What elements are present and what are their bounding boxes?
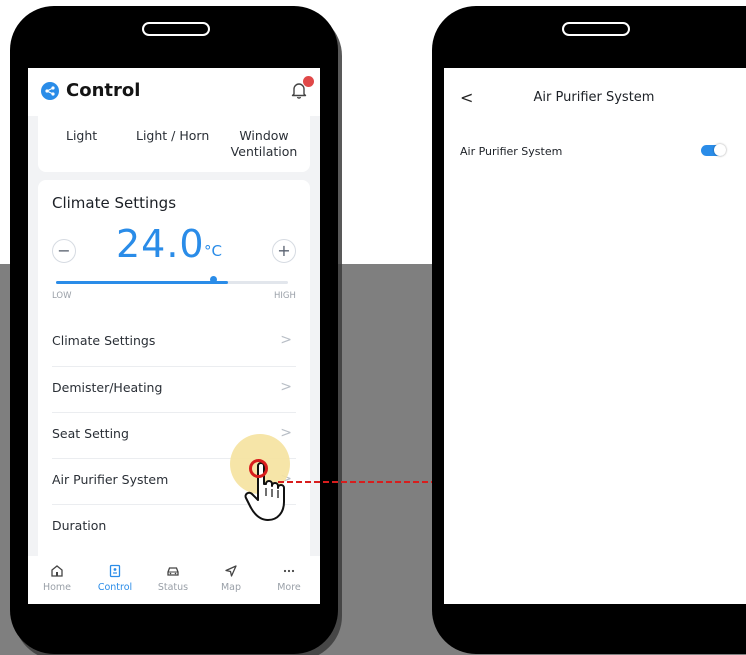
slider-handle[interactable] bbox=[210, 276, 217, 283]
row-label: Climate Settings bbox=[52, 333, 156, 348]
temperature-slider[interactable] bbox=[56, 281, 288, 284]
navigation-icon bbox=[225, 565, 237, 577]
row-climate-settings[interactable]: Climate Settings > bbox=[52, 320, 296, 366]
home-icon bbox=[51, 565, 63, 577]
chevron-right-icon: > bbox=[280, 425, 292, 441]
temperature-unit: °C bbox=[204, 242, 222, 260]
decrease-temperature-button[interactable]: − bbox=[52, 239, 76, 263]
tab-label: More bbox=[277, 582, 301, 593]
row-label: Duration bbox=[52, 518, 107, 533]
notification-badge bbox=[303, 76, 314, 87]
more-icon bbox=[283, 569, 295, 573]
chevron-right-icon: > bbox=[280, 332, 292, 348]
toggle-knob bbox=[714, 144, 726, 156]
tab-map[interactable]: Map bbox=[202, 556, 260, 604]
row-label: Seat Setting bbox=[52, 426, 129, 441]
page-title: Air Purifier System bbox=[533, 90, 655, 105]
increase-temperature-button[interactable]: + bbox=[272, 239, 296, 263]
climate-card: Climate Settings − 24.0 °C + LOW HIGH Cl… bbox=[38, 180, 310, 604]
row-label: Demister/Heating bbox=[52, 380, 163, 395]
slider-fill bbox=[56, 281, 228, 284]
row-demister-heating[interactable]: Demister/Heating > bbox=[52, 366, 296, 413]
chevron-right-icon: > bbox=[280, 379, 292, 395]
shortcut-window-ventilation[interactable]: Window Ventilation bbox=[218, 128, 310, 160]
left-phone: Control Light Light / Horn Window Ventil… bbox=[10, 6, 338, 654]
car-icon bbox=[167, 567, 179, 576]
air-purifier-screen: < Air Purifier System Air Purifier Syste… bbox=[444, 68, 746, 604]
climate-title: Climate Settings bbox=[52, 194, 177, 212]
share-icon bbox=[41, 82, 59, 100]
tab-more[interactable]: More bbox=[260, 556, 318, 604]
tab-status[interactable]: Status bbox=[144, 556, 202, 604]
tab-label: Map bbox=[220, 582, 242, 593]
shortcut-light[interactable]: Light bbox=[66, 128, 97, 144]
row-label: Air Purifier System bbox=[52, 472, 169, 487]
tab-home[interactable]: Home bbox=[28, 556, 86, 604]
air-purifier-toggle[interactable] bbox=[701, 144, 726, 156]
tab-label: Home bbox=[42, 582, 72, 593]
setting-label: Air Purifier System bbox=[460, 145, 563, 158]
temperature-value: 24.0 bbox=[116, 222, 205, 266]
tab-label: Control bbox=[97, 582, 133, 593]
control-icon bbox=[109, 564, 121, 578]
tap-target-ring bbox=[249, 459, 268, 478]
shortcut-card: Light Light / Horn Window Ventilation bbox=[38, 108, 310, 172]
shortcut-light-horn[interactable]: Light / Horn bbox=[136, 128, 209, 144]
page-title: Control bbox=[66, 80, 141, 101]
speaker-slot bbox=[142, 22, 210, 36]
tab-label: Status bbox=[157, 582, 189, 593]
slider-high-label: HIGH bbox=[274, 291, 296, 301]
right-phone: < Air Purifier System Air Purifier Syste… bbox=[432, 6, 746, 654]
tab-control[interactable]: Control bbox=[86, 556, 144, 604]
speaker-slot bbox=[562, 22, 630, 36]
bottom-tab-bar: Home Control Status Map More bbox=[28, 556, 320, 604]
slider-low-label: LOW bbox=[52, 291, 72, 301]
